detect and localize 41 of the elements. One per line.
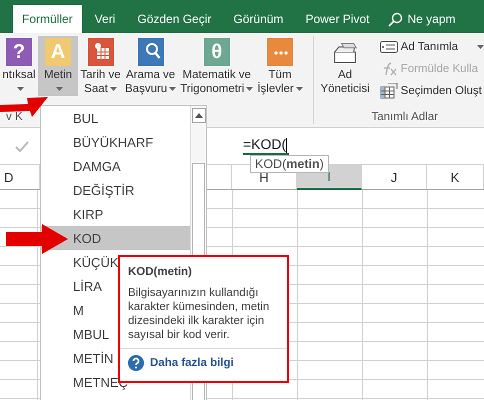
menu-item[interactable]: DEĞİŞTİR bbox=[41, 178, 190, 202]
function-category-button[interactable]: Tüm İşlevler bbox=[255, 36, 305, 96]
ribbon-tab[interactable]: Gözden Geçir bbox=[128, 5, 220, 33]
tooltip-description: Bilgisayarınızın kullandığı karakter kümesinden, metin dizesindeki ilk karakter için sayısal bir kod verir. bbox=[128, 286, 270, 342]
ribbon-command[interactable]: Ad Tanımla bbox=[380, 38, 484, 56]
function-hint-tooltip: KOD(metin) bbox=[250, 155, 329, 173]
help-icon[interactable] bbox=[128, 355, 144, 371]
function-category-button[interactable]: θ Matematik ve Trigonometri bbox=[178, 36, 256, 96]
column-header[interactable]: K bbox=[427, 165, 484, 189]
column-header[interactable]: J bbox=[362, 165, 427, 189]
ribbon-command[interactable]: Seçimden Oluşt bbox=[380, 82, 484, 100]
enter-checkmark-icon[interactable] bbox=[15, 140, 29, 152]
search-icon[interactable] bbox=[388, 12, 404, 26]
ribbon-tab[interactable]: Power Pivot bbox=[296, 5, 378, 33]
scroll-up-icon[interactable] bbox=[194, 113, 203, 118]
pointer-arrow bbox=[6, 224, 68, 254]
menu-item[interactable]: DAMGA bbox=[41, 154, 190, 178]
menu-item[interactable]: KIRP bbox=[41, 202, 190, 226]
name-manager-button[interactable]: Ad Yöneticisi bbox=[316, 36, 374, 96]
magnifier-book-icon bbox=[138, 38, 164, 66]
function-category-button[interactable]: ? ntıksal bbox=[0, 36, 38, 96]
group-label: Tanımlı Adlar bbox=[371, 110, 438, 124]
more-info-link[interactable]: Daha fazla bilgi bbox=[150, 357, 234, 369]
calendar-book-icon bbox=[88, 38, 114, 66]
tooltip-title: KOD(metin) bbox=[128, 266, 193, 278]
label-tag-icon bbox=[380, 41, 398, 53]
letter-book-icon: A bbox=[45, 38, 71, 66]
function-category-button[interactable]: Arama ve Başvuru bbox=[123, 36, 178, 96]
theta-book-icon: θ bbox=[204, 38, 230, 66]
question-book-icon: ? bbox=[6, 38, 32, 66]
dots-book-icon bbox=[267, 38, 294, 66]
ribbon-tab[interactable]: Formüller bbox=[13, 5, 82, 33]
menu-item[interactable]: BÜYÜKHARF bbox=[41, 130, 190, 154]
function-category-button[interactable]: Tarih ve Saat bbox=[78, 36, 123, 96]
tell-me-field[interactable]: Ne yapm bbox=[407, 12, 456, 26]
table-selection-icon bbox=[380, 83, 398, 99]
group-label: v K bbox=[6, 110, 23, 124]
function-category-button[interactable]: A Metin bbox=[38, 36, 78, 96]
ribbon-tab[interactable]: Görünüm bbox=[224, 5, 292, 33]
ribbon-tab[interactable]: Veri bbox=[86, 5, 124, 33]
menu-item[interactable]: BUL bbox=[41, 106, 190, 130]
